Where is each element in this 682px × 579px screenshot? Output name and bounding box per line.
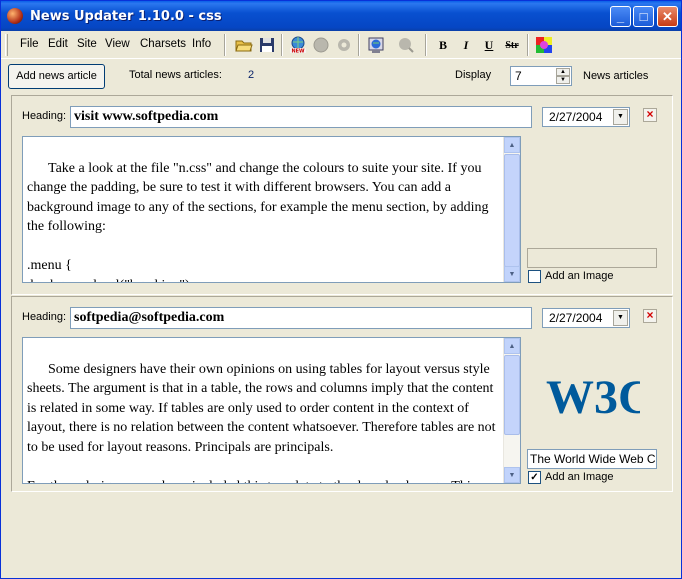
menu-file[interactable]: File xyxy=(20,38,39,50)
window-title: News Updater 1.10.0 - css xyxy=(30,9,222,24)
heading-label: Heading: xyxy=(22,311,67,323)
display-count-value[interactable]: 7 xyxy=(515,69,522,83)
image-caption-input[interactable] xyxy=(527,248,657,268)
heading-label: Heading: xyxy=(22,110,67,122)
scroll-thumb[interactable] xyxy=(504,154,520,267)
bold-icon[interactable]: B xyxy=(433,35,453,55)
scroll-up-icon[interactable]: ▲ xyxy=(504,338,520,354)
add-image-checkbox[interactable]: ✓ xyxy=(528,471,541,484)
article-panel: Heading: softpedia@softpedia.com 2/27/20… xyxy=(11,296,673,492)
scroll-thumb[interactable] xyxy=(504,355,520,435)
new-globe-icon[interactable]: NEW xyxy=(288,35,308,55)
article-panel: Heading: visit www.softpedia.com 2/27/20… xyxy=(11,95,673,295)
date-value: 2/27/2004 xyxy=(549,311,603,325)
close-button[interactable]: ✕ xyxy=(657,6,678,27)
menu-view[interactable]: View xyxy=(105,38,130,50)
article-body-textarea[interactable]: Some designers have their own opinions o… xyxy=(22,337,521,484)
image-caption-input[interactable]: The World Wide Web Co xyxy=(527,449,657,469)
italic-icon[interactable]: I xyxy=(456,35,476,55)
toolbar-separator xyxy=(358,34,360,56)
add-image-label: Add an Image xyxy=(545,270,614,282)
total-articles-count: 2 xyxy=(248,69,255,81)
scroll-down-icon[interactable]: ▼ xyxy=(504,266,520,282)
search-disabled-icon[interactable] xyxy=(396,35,416,55)
menu-edit[interactable]: Edit xyxy=(48,38,68,50)
toolbar-separator xyxy=(425,34,427,56)
vertical-scrollbar[interactable]: ▲ ▼ xyxy=(503,338,520,483)
date-picker[interactable]: 2/27/2004 ▼ xyxy=(542,107,630,127)
scroll-down-icon[interactable]: ▼ xyxy=(504,467,520,483)
toolbar-separator xyxy=(527,34,529,56)
app-icon[interactable] xyxy=(7,8,23,24)
toolbar-separator xyxy=(281,34,283,56)
total-articles-label: Total news articles: xyxy=(129,69,222,81)
add-news-article-button[interactable]: Add news article xyxy=(8,64,105,89)
spin-down-icon[interactable]: ▼ xyxy=(556,76,570,84)
gear-disabled-icon[interactable] xyxy=(334,35,354,55)
w3c-logo-image: W3C xyxy=(544,367,653,424)
article-body-text: Take a look at the file "n.css" and chan… xyxy=(27,160,489,283)
globe-web-icon[interactable] xyxy=(366,35,386,55)
article-body-textarea[interactable]: Take a look at the file "n.css" and chan… xyxy=(22,136,521,283)
menu-charsets[interactable]: Charsets xyxy=(140,38,186,50)
menu-site[interactable]: Site xyxy=(77,38,97,50)
delete-article-icon[interactable]: × xyxy=(643,309,657,323)
heading-input[interactable]: softpedia@softpedia.com xyxy=(70,307,532,329)
underline-icon[interactable]: U xyxy=(479,35,499,55)
heading-input[interactable]: visit www.softpedia.com xyxy=(70,106,532,128)
add-image-checkbox[interactable] xyxy=(528,270,541,283)
globe-disabled-icon[interactable] xyxy=(311,35,331,55)
color-palette-icon[interactable] xyxy=(534,35,554,55)
date-picker[interactable]: 2/27/2004 ▼ xyxy=(542,308,630,328)
stepper-buttons[interactable]: ▲ ▼ xyxy=(556,68,570,84)
save-icon[interactable] xyxy=(257,35,277,55)
vertical-scrollbar[interactable]: ▲ ▼ xyxy=(503,137,520,282)
menu-info[interactable]: Info xyxy=(192,38,211,50)
delete-article-icon[interactable]: × xyxy=(643,108,657,122)
chevron-down-icon[interactable]: ▼ xyxy=(613,109,628,125)
date-value: 2/27/2004 xyxy=(549,110,603,124)
toolbar-separator xyxy=(224,34,226,56)
display-count-stepper[interactable]: 7 ▲ ▼ xyxy=(510,66,572,86)
minimize-button[interactable]: _ xyxy=(610,6,631,27)
open-folder-icon[interactable] xyxy=(234,35,254,55)
menubar-grip[interactable] xyxy=(5,34,8,56)
add-image-label: Add an Image xyxy=(545,471,614,483)
display-label: Display xyxy=(455,69,492,81)
strikethrough-icon[interactable]: Str xyxy=(502,35,522,55)
chevron-down-icon[interactable]: ▼ xyxy=(613,310,628,326)
maximize-button[interactable]: □ xyxy=(633,6,654,27)
news-articles-label: News articles xyxy=(583,70,649,82)
svg-text:NEW: NEW xyxy=(291,49,305,55)
scroll-up-icon[interactable]: ▲ xyxy=(504,137,520,153)
article-body-text: Some designers have their own opinions o… xyxy=(27,361,496,484)
app-window: News Updater 1.10.0 - css _ □ ✕ File Edi… xyxy=(0,0,682,579)
w3c-logo-text: W3C xyxy=(546,371,640,419)
title-bar[interactable]: News Updater 1.10.0 - css _ □ ✕ xyxy=(1,1,681,31)
spin-up-icon[interactable]: ▲ xyxy=(556,68,570,76)
menu-toolbar: File Edit Site View Charsets Info NEW B … xyxy=(1,31,681,59)
